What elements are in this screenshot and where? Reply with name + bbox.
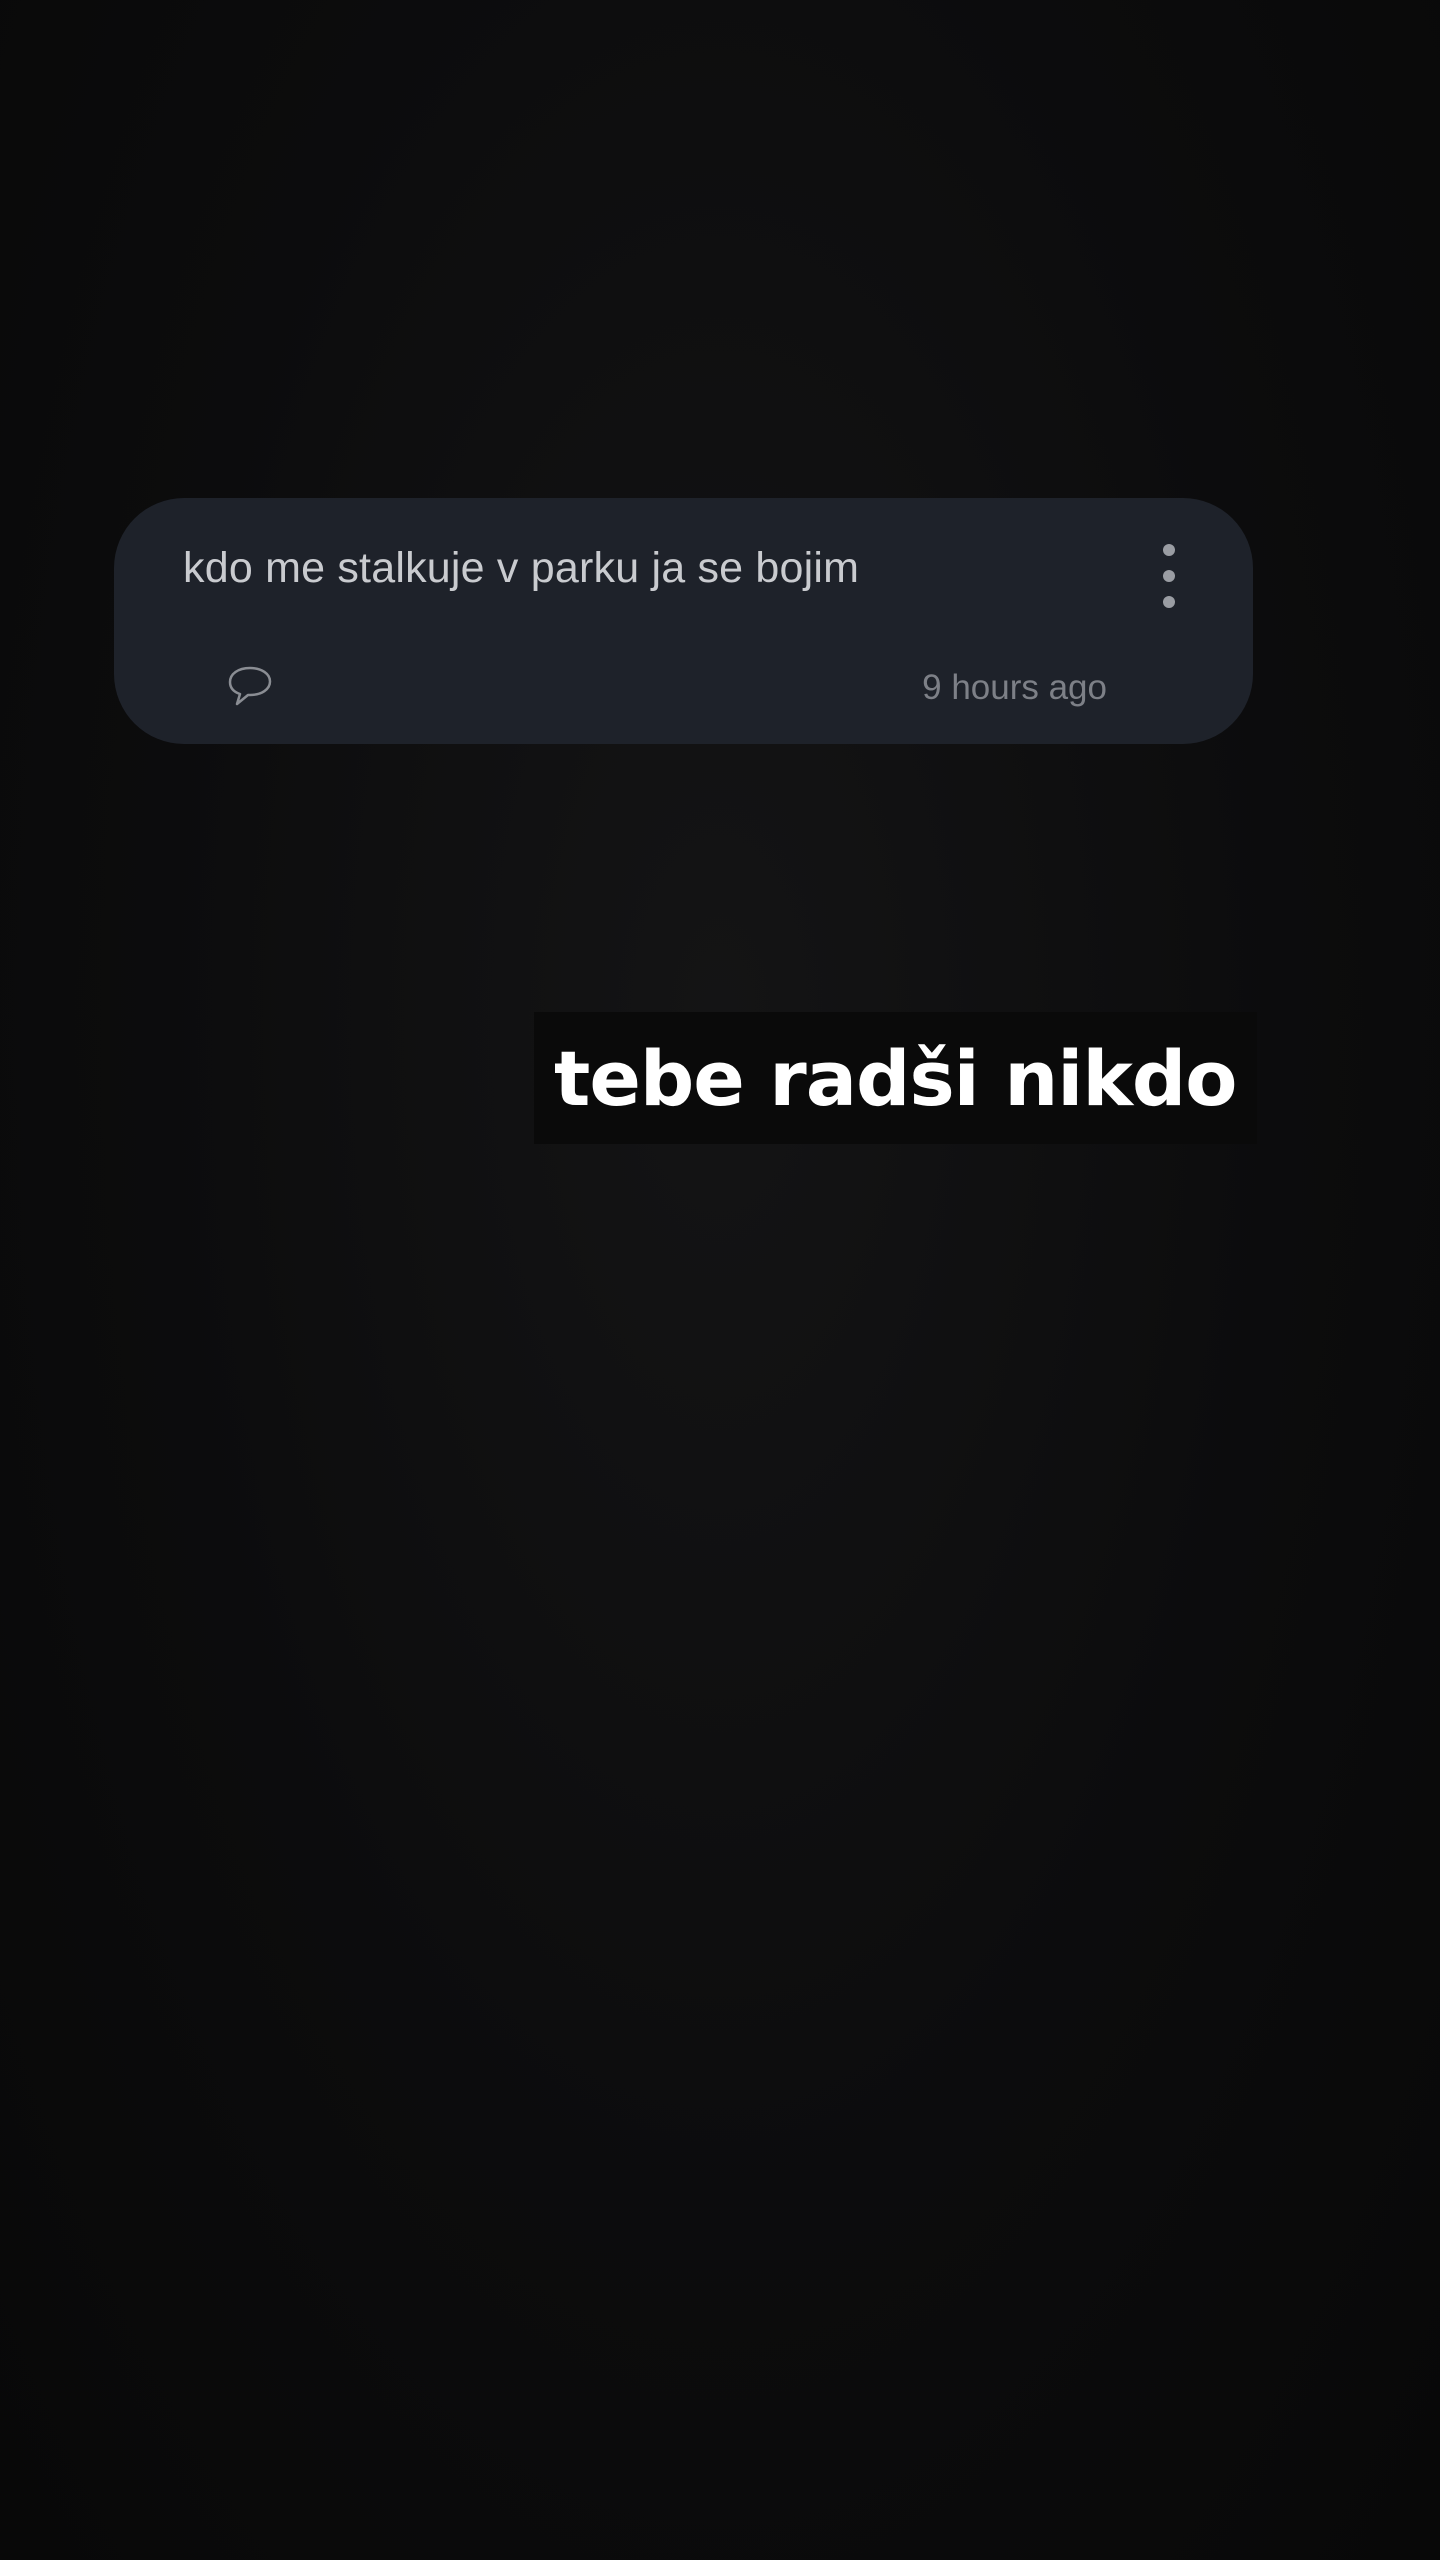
menu-dot (1163, 544, 1175, 556)
more-options-button[interactable] (1151, 544, 1187, 608)
menu-dot (1163, 596, 1175, 608)
speech-bubble-icon (228, 666, 272, 706)
question-text: kdo me stalkuje v parku ja se bojim (183, 544, 860, 592)
answer-text: tebe radši nikdo (554, 1033, 1238, 1123)
question-timestamp: 9 hours ago (922, 668, 1107, 707)
menu-dot (1163, 570, 1175, 582)
question-card: kdo me stalkuje v parku ja se bojim 9 ho… (114, 498, 1253, 744)
answer-box: tebe radši nikdo (534, 1012, 1257, 1144)
reply-button[interactable] (226, 664, 274, 708)
